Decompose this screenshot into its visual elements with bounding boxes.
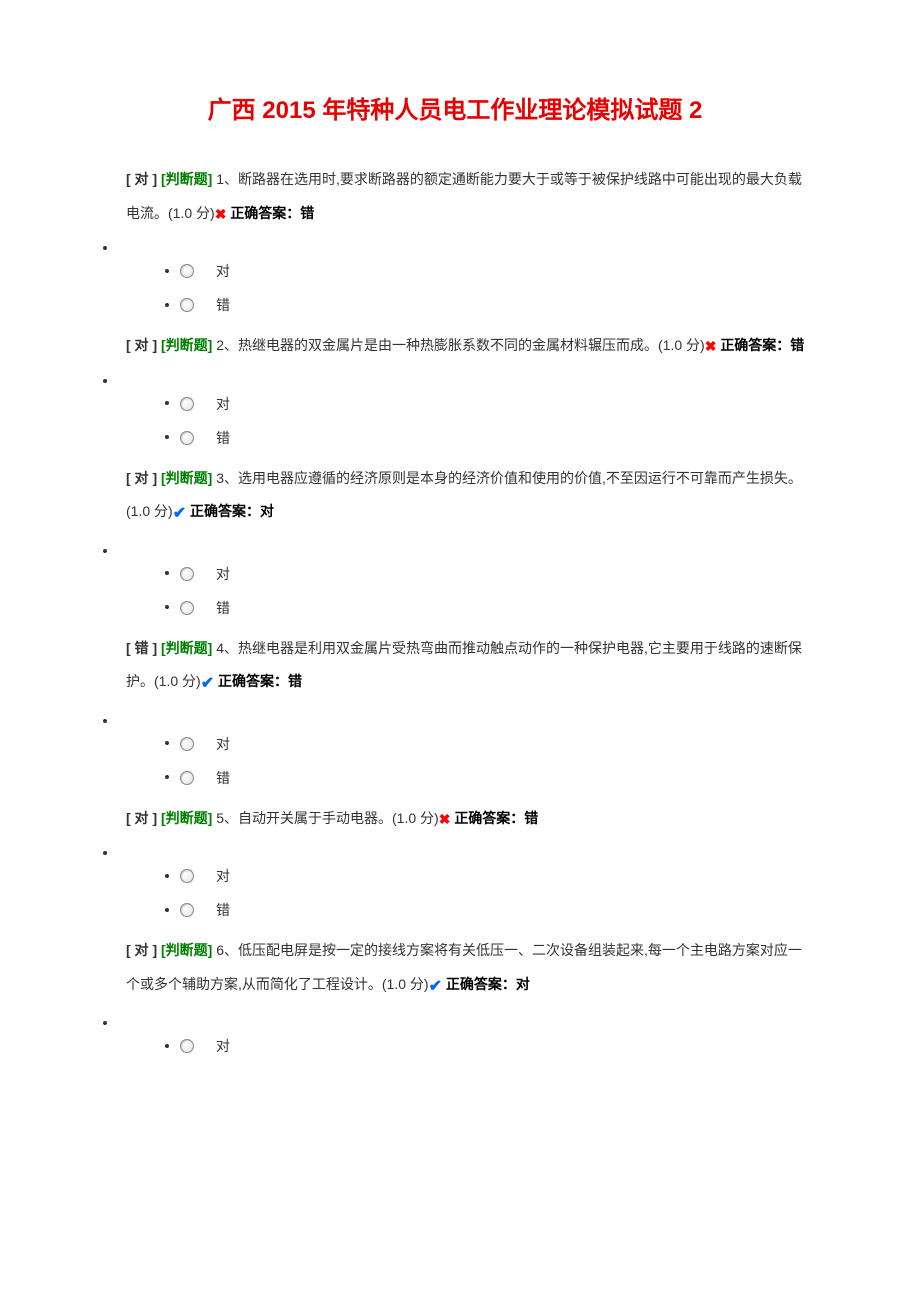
bullet-marker [118,542,810,550]
option-label: 对 [216,263,230,279]
radio-icon[interactable] [180,869,194,883]
option-label: 错 [216,902,230,918]
bullet-marker [118,1014,810,1022]
option-label: 对 [216,566,230,582]
option-label: 对 [216,736,230,752]
option-label: 对 [216,396,230,412]
user-answer: [ 错 ] [126,640,157,656]
options-list: 对 错 [100,394,810,448]
bullet-marker [118,712,810,720]
radio-icon[interactable] [180,298,194,312]
option-false[interactable]: 错 [180,900,810,920]
radio-icon[interactable] [180,903,194,917]
radio-icon[interactable] [180,397,194,411]
correct-answer: 正确答案：错 [720,337,804,353]
question-type-tag: [判断题] [161,470,212,486]
option-true[interactable]: 对 [180,394,810,414]
options-list: 对 错 [100,866,810,920]
correct-answer: 正确答案：错 [230,205,314,221]
question-options-block [100,239,810,247]
question-3: [ 对 ] [判断题] 3、选用电器应遵循的经济原则是本身的经济价值和使用的价值… [100,462,810,618]
option-label: 错 [216,297,230,313]
option-label: 错 [216,430,230,446]
option-true[interactable]: 对 [180,866,810,886]
cross-icon: ✖ [705,330,717,364]
question-2: [ 对 ] [判断题] 2、热继电器的双金属片是由一种热膨胀系数不同的金属材料辗… [100,329,810,448]
option-false[interactable]: 错 [180,598,810,618]
question-type-tag: [判断题] [161,171,212,187]
question-type-tag: [判断题] [161,942,212,958]
user-answer: [ 对 ] [126,942,157,958]
question-type-tag: [判断题] [161,337,212,353]
option-true[interactable]: 对 [180,1036,810,1056]
radio-icon[interactable] [180,431,194,445]
option-label: 错 [216,770,230,786]
options-list: 对 错 [100,261,810,315]
correct-answer: 正确答案：错 [454,810,538,826]
question-6: [ 对 ] [判断题] 6、低压配电屏是按一定的接线方案将有关低压一、二次设备组… [100,934,810,1056]
correct-answer: 正确答案：错 [218,673,302,689]
question-text: [ 对 ] [判断题] 6、低压配电屏是按一定的接线方案将有关低压一、二次设备组… [126,934,810,1006]
options-list: 对 错 [100,564,810,618]
radio-icon[interactable] [180,737,194,751]
question-type-tag: [判断题] [161,810,212,826]
question-options-block [100,372,810,380]
question-options-block [100,712,810,720]
user-answer: [ 对 ] [126,171,157,187]
radio-icon[interactable] [180,264,194,278]
question-text: [ 对 ] [判断题] 1、断路器在选用时,要求断路器的额定通断能力要大于或等于… [126,163,810,231]
question-options-block [100,1014,810,1022]
check-icon: ✔ [429,968,442,1006]
document-page: 广西 2015 年特种人员电工作业理论模拟试题 2 [ 对 ] [判断题] 1、… [0,0,920,1110]
correct-answer: 正确答案：对 [190,503,274,519]
bullet-marker [118,372,810,380]
question-4: [ 错 ] [判断题] 4、热继电器是利用双金属片受热弯曲而推动触点动作的一种保… [100,632,810,788]
check-icon: ✔ [173,495,186,533]
option-label: 对 [216,1038,230,1054]
option-true[interactable]: 对 [180,564,810,584]
user-answer: [ 对 ] [126,810,157,826]
question-text: [ 错 ] [判断题] 4、热继电器是利用双金属片受热弯曲而推动触点动作的一种保… [126,632,810,704]
question-body: 1、断路器在选用时,要求断路器的额定通断能力要大于或等于被保护线路中可能出现的最… [126,171,802,221]
question-1: [ 对 ] [判断题] 1、断路器在选用时,要求断路器的额定通断能力要大于或等于… [100,163,810,315]
question-text: [ 对 ] [判断题] 5、自动开关属于手动电器。(1.0 分)✖ 正确答案：错 [126,802,810,837]
bullet-marker [118,844,810,852]
question-5: [ 对 ] [判断题] 5、自动开关属于手动电器。(1.0 分)✖ 正确答案：错… [100,802,810,921]
option-label: 错 [216,600,230,616]
question-text: [ 对 ] [判断题] 2、热继电器的双金属片是由一种热膨胀系数不同的金属材料辗… [126,329,810,364]
question-text: [ 对 ] [判断题] 3、选用电器应遵循的经济原则是本身的经济价值和使用的价值… [126,462,810,534]
option-false[interactable]: 错 [180,295,810,315]
radio-icon[interactable] [180,567,194,581]
radio-icon[interactable] [180,601,194,615]
bullet-marker [118,239,810,247]
cross-icon: ✖ [215,198,227,232]
option-label: 对 [216,868,230,884]
options-list: 对 [100,1036,810,1056]
cross-icon: ✖ [439,803,451,837]
question-options-block [100,542,810,550]
check-icon: ✔ [201,665,214,703]
option-false[interactable]: 错 [180,428,810,448]
option-false[interactable]: 错 [180,768,810,788]
option-true[interactable]: 对 [180,734,810,754]
question-options-block [100,844,810,852]
radio-icon[interactable] [180,1039,194,1053]
radio-icon[interactable] [180,771,194,785]
question-type-tag: [判断题] [161,640,212,656]
user-answer: [ 对 ] [126,337,157,353]
option-true[interactable]: 对 [180,261,810,281]
correct-answer: 正确答案：对 [446,976,530,992]
page-title: 广西 2015 年特种人员电工作业理论模拟试题 2 [100,90,810,125]
user-answer: [ 对 ] [126,470,157,486]
question-body: 2、热继电器的双金属片是由一种热膨胀系数不同的金属材料辗压而成。(1.0 分) [212,337,704,353]
question-body: 5、自动开关属于手动电器。(1.0 分) [212,810,438,826]
options-list: 对 错 [100,734,810,788]
